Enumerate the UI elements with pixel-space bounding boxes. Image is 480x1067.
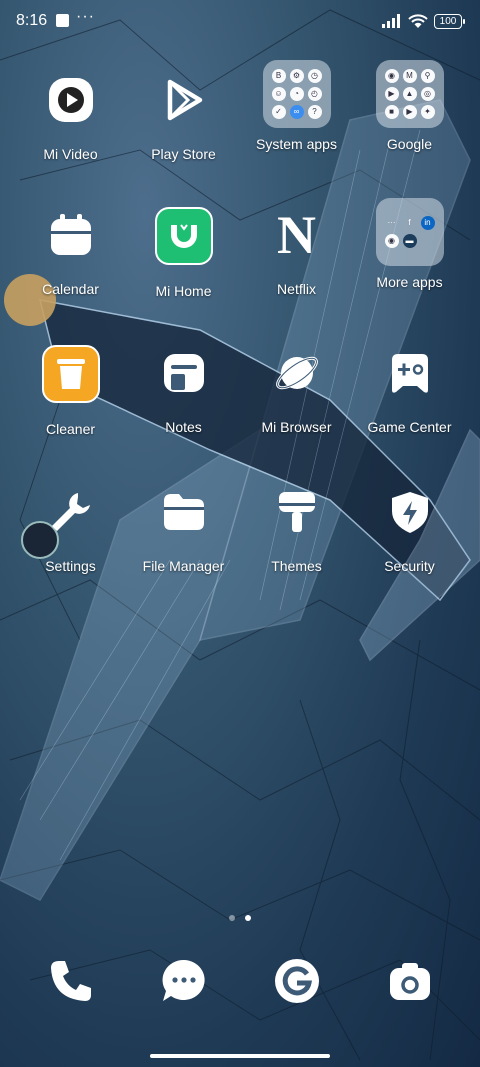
gesture-navigation-bar[interactable] [150,1054,330,1058]
app-cleaner[interactable]: Cleaner [14,345,127,437]
status-bar: 8:16 ··· 100 [0,0,480,40]
paint-brush-icon [269,484,325,540]
status-time: 8:16 [16,12,48,29]
dock-google[interactable] [240,953,353,1009]
app-label: Cleaner [45,421,96,437]
page-indicator [0,908,480,926]
page-dot-active[interactable] [245,915,251,921]
app-settings[interactable]: Settings [14,484,127,574]
netflix-n-icon: N [277,205,316,265]
app-label: Security [384,558,435,574]
app-security[interactable]: Security [353,484,466,574]
app-calendar[interactable]: Calendar [14,207,127,297]
app-label: Play Store [151,146,216,162]
app-label: Mi Browser [261,419,332,435]
app-label: Mi Home [155,283,212,299]
wifi-icon [408,13,428,28]
app-label: Mi Video [43,146,98,162]
app-notes[interactable]: Notes [127,345,240,435]
app-label: Themes [271,558,322,574]
dock-messages[interactable] [127,953,240,1009]
play-circle-icon [48,78,93,122]
app-label: Notes [165,419,202,435]
play-triangle-icon [156,72,212,128]
app-mi-browser[interactable]: Mi Browser [240,345,353,435]
app-mi-video[interactable]: Mi Video [14,72,127,162]
folder-icon [156,484,212,540]
app-game-center[interactable]: Game Center [353,345,466,435]
folder-icon: ··· f in ◉ ▬ [375,198,444,266]
planet-icon [269,345,325,401]
folder-system-apps[interactable]: B ⚙ ◷ ☺ ◔ ◴ ✓ ∞? System apps [240,60,353,152]
notification-app-icon [56,14,69,27]
folder-label: Google [386,136,433,152]
app-label: Game Center [367,419,452,435]
folder-icon: B ⚙ ◷ ☺ ◔ ◴ ✓ ∞? [262,60,331,128]
dock-camera[interactable] [353,953,466,1009]
app-play-store[interactable]: Play Store [127,72,240,162]
folder-google[interactable]: ◉ M ⚲ ▶ ▲ ◎ ■ ▶ ✦ Google [353,60,466,152]
gamepad-icon [382,345,438,401]
phone-icon [43,953,99,1009]
app-themes[interactable]: Themes [240,484,353,574]
camera-icon [382,953,438,1009]
app-netflix[interactable]: N Netflix [240,207,353,297]
app-label: Netflix [277,281,316,297]
folder-more-apps[interactable]: ··· f in ◉ ▬ More apps [353,198,466,290]
message-icon [156,953,212,1009]
app-mi-home[interactable]: Mi Home [127,207,240,299]
battery-icon: 100 [434,13,465,29]
mi-home-icon [154,207,213,265]
google-icon [269,953,325,1009]
notes-icon [156,345,212,401]
folder-label: More apps [376,274,443,290]
page-dot[interactable] [229,915,235,921]
app-label: File Manager [142,558,225,574]
dock-phone[interactable] [14,953,127,1009]
status-indicators: 100 [382,12,465,30]
folder-label: System apps [256,136,337,152]
signal-icon [382,14,400,28]
shield-bolt-icon [382,484,438,540]
app-file-manager[interactable]: File Manager [127,484,240,574]
calendar-icon [43,207,99,263]
wrench-icon [43,484,99,540]
trash-bin-icon [41,345,100,403]
app-label: Settings [45,558,96,574]
app-label: Calendar [42,281,99,297]
more-notifications-icon: ··· [76,8,95,25]
folder-icon: ◉ M ⚲ ▶ ▲ ◎ ■ ▶ ✦ [375,60,444,128]
